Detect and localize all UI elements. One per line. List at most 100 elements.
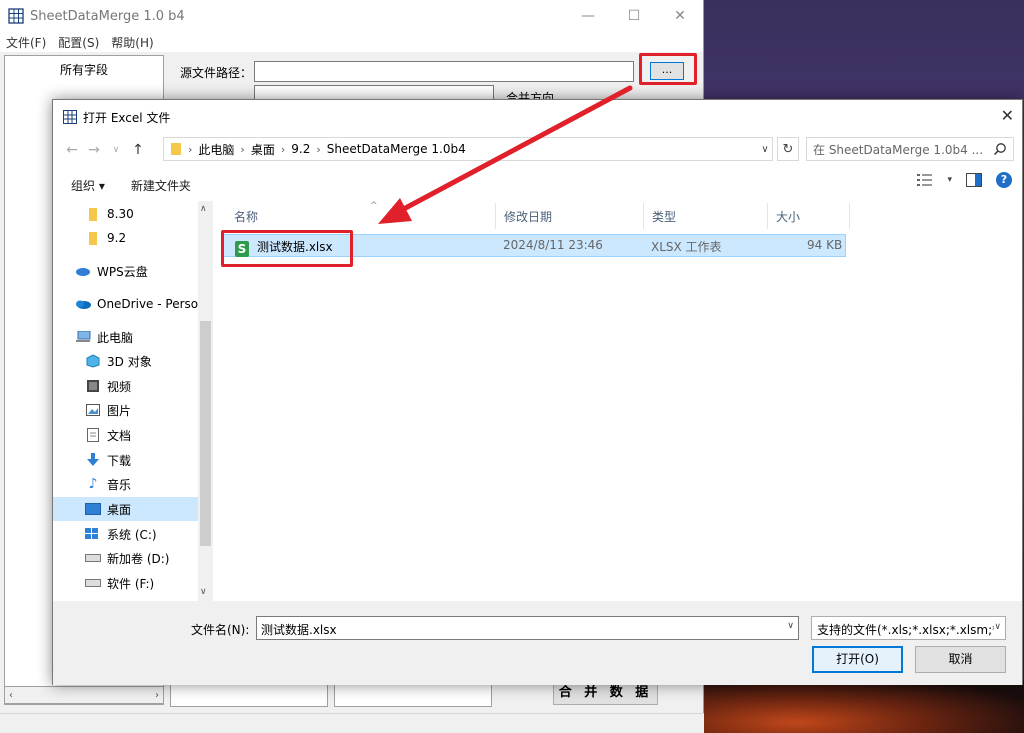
download-icon [85,453,101,467]
close-icon[interactable]: ✕ [1001,106,1014,125]
nav-item-videos[interactable]: 视频 [53,374,198,398]
windows-drive-icon [85,527,101,541]
nav-label: 3D 对象 [107,354,152,369]
nav-item-pictures[interactable]: 图片 [53,398,198,422]
nav-item-8-30[interactable]: 8.30 [53,202,198,226]
preview-pane-icon[interactable] [966,173,982,187]
dialog-title-bar: 打开 Excel 文件 [53,100,1022,134]
3d-objects-icon [85,354,101,368]
menu-file[interactable]: 文件(F) [6,34,46,51]
desktop-wallpaper [700,680,1024,733]
cancel-button[interactable]: 取消 [915,646,1006,673]
source-path-input[interactable] [254,61,634,82]
chevron-down-icon[interactable]: ∨ [756,137,774,161]
open-file-dialog: 打开 Excel 文件 ✕ ← → ∨ ↑ › 此电脑 › 桌面 › 9.2 ›… [52,99,1023,685]
search-input[interactable]: 在 SheetDataMerge 1.0b4 ... [806,137,1014,161]
file-list: 名称 ^ 修改日期 类型 大小 S 测试数据.xlsx 2024/8/11 23:… [214,201,1022,601]
column-modified[interactable]: 修改日期 [496,203,644,229]
minimize-icon[interactable]: — [565,0,611,32]
nav-label: 桌面 [107,502,132,517]
nav-item-drive-c[interactable]: 系统 (C:) [53,522,198,546]
nav-item-this-pc[interactable]: 此电脑 [53,325,198,349]
nav-item-music[interactable]: ♪ 音乐 [53,472,198,496]
onedrive-icon [75,297,91,311]
option-field-1[interactable] [170,683,328,707]
nav-label: 新加卷 (D:) [107,551,170,566]
nav-label: 8.30 [107,207,134,221]
search-icon [993,143,1006,156]
organize-button[interactable]: 组织 ▾ [71,177,105,194]
nav-label: 系统 (C:) [107,527,157,542]
file-type-filter[interactable]: 支持的文件(*.xls;*.xlsx;*.xlsm;* ∨ [811,616,1006,640]
column-size[interactable]: 大小 [768,203,850,229]
close-icon[interactable]: ✕ [657,0,703,32]
nav-item-desktop[interactable]: 桌面 [53,497,198,521]
source-path-label: 源文件路径： [180,66,253,80]
nav-label: 文档 [107,428,132,443]
column-type[interactable]: 类型 [644,203,768,229]
help-icon[interactable]: ? [996,172,1012,188]
view-options-icon[interactable] [917,173,933,187]
filename-value: 测试数据.xlsx [261,623,337,637]
folder-icon [85,231,101,245]
column-label: 名称 [234,209,259,224]
nav-label: WPS云盘 [97,264,148,279]
sort-caret-icon: ^ [370,201,378,211]
breadcrumb-item[interactable]: 此电脑 [198,141,234,158]
search-placeholder: 在 SheetDataMerge 1.0b4 ... [813,142,984,157]
back-icon[interactable]: ← [61,142,83,158]
nav-label: 软件 (F:) [107,576,155,591]
menu-help[interactable]: 帮助(H) [111,34,153,51]
navigation-pane: 8.30 9.2 WPS云盘 OneDrive - Perso 此电脑 3D 对… [53,201,213,601]
scroll-down-icon[interactable]: ∨ [200,587,207,597]
nav-item-documents[interactable]: 文档 [53,423,198,447]
chevron-down-icon[interactable]: ∨ [994,622,1001,632]
picture-icon [85,403,101,417]
up-icon[interactable]: ↑ [127,142,149,158]
address-bar[interactable]: › 此电脑 › 桌面 › 9.2 › SheetDataMerge 1.0b4 [163,137,773,161]
nav-item-downloads[interactable]: 下载 [53,448,198,472]
nav-scrollbar[interactable]: ∧ ∨ [198,201,213,601]
filename-input[interactable]: 测试数据.xlsx ∨ [256,616,799,640]
breadcrumb-item[interactable]: SheetDataMerge 1.0b4 [327,142,466,156]
filter-value: 支持的文件(*.xls;*.xlsx;*.xlsm;* [817,623,999,637]
column-name[interactable]: 名称 ^ [226,201,496,229]
desktop-icon [85,502,101,516]
new-folder-button[interactable]: 新建文件夹 [131,177,191,194]
scroll-up-icon[interactable]: ∧ [200,204,207,214]
scroll-right-icon[interactable]: › [155,690,159,701]
nav-item-9-2[interactable]: 9.2 [53,226,198,250]
chevron-down-icon[interactable]: ∨ [787,621,794,631]
refresh-icon[interactable]: ↻ [777,137,799,161]
nav-label: 9.2 [107,231,127,245]
menu-config[interactable]: 配置(S) [58,34,99,51]
recent-chevron-icon[interactable]: ∨ [105,145,127,155]
nav-item-onedrive[interactable]: OneDrive - Perso [53,292,198,316]
filename-label: 文件名(N): [191,623,250,637]
option-field-2[interactable] [334,683,492,707]
nav-item-drive-f[interactable]: 软件 (F:) [53,571,198,595]
app-grid-icon [8,8,24,24]
scroll-left-icon[interactable]: ‹ [9,690,13,701]
nav-label: 下载 [107,453,132,468]
scroll-thumb[interactable] [200,321,211,546]
nav-item-drive-d[interactable]: 新加卷 (D:) [53,546,198,570]
dialog-title: 打开 Excel 文件 [83,110,171,125]
view-chevron-icon[interactable]: ▾ [947,175,952,185]
nav-label: 音乐 [107,477,132,492]
breadcrumb-item[interactable]: 桌面 [251,141,275,158]
folder-icon [85,207,101,221]
maximize-icon[interactable]: ☐ [611,0,657,32]
highlight-box [639,53,697,85]
nav-item-3d-objects[interactable]: 3D 对象 [53,349,198,373]
forward-icon[interactable]: → [83,142,105,158]
open-button[interactable]: 打开(O) [812,646,903,673]
menu-bar: 文件(F) 配置(S) 帮助(H) [0,32,703,52]
document-icon [85,428,101,442]
horizontal-scrollbar[interactable]: ‹ › [4,686,164,704]
breadcrumb-item[interactable]: 9.2 [291,142,310,156]
nav-item-wps-cloud[interactable]: WPS云盘 [53,259,198,283]
window-title: SheetDataMerge 1.0 b4 [30,8,185,24]
file-modified: 2024/8/11 23:46 [503,238,603,252]
folder-icon [171,143,181,155]
